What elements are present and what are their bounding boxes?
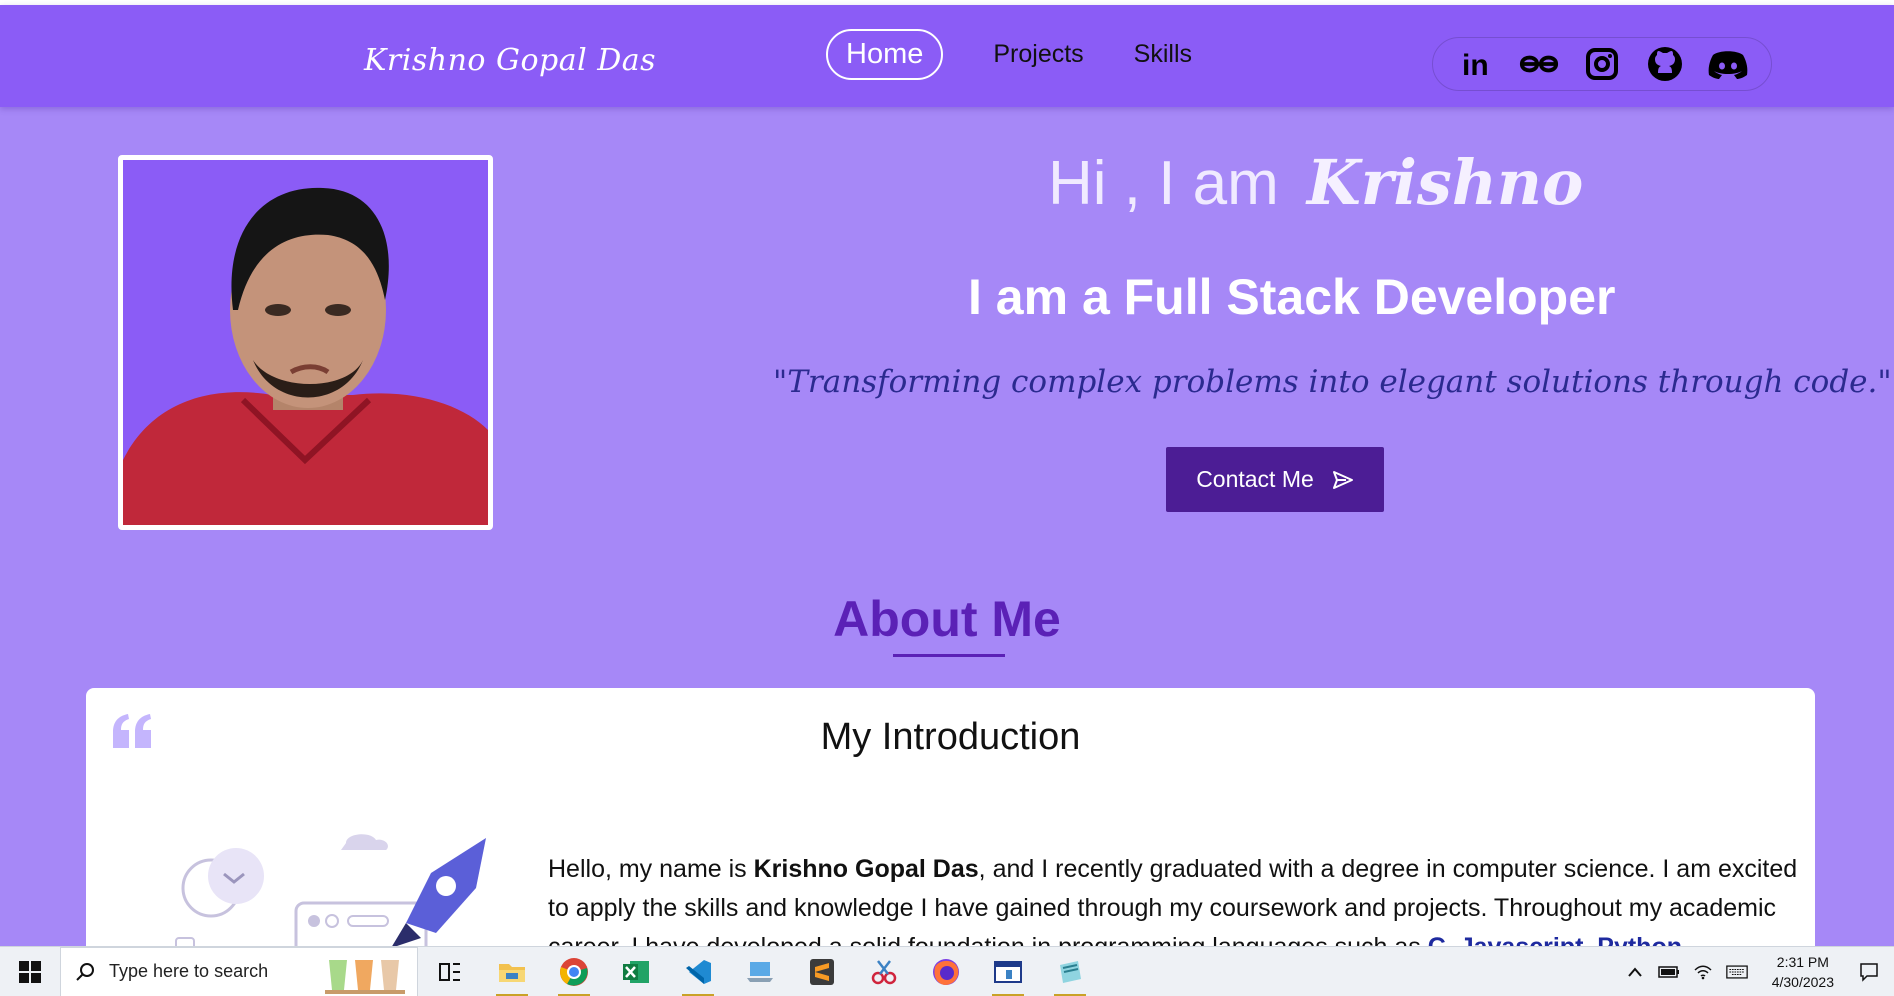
nav-links: Home Projects Skills (826, 29, 1192, 80)
notification-icon[interactable] (1858, 961, 1880, 983)
system-tray: 2:31 PM 4/30/2023 (1624, 947, 1894, 996)
file-explorer-icon[interactable] (490, 950, 534, 996)
intro-title: My Introduction (820, 716, 1081, 758)
search-placeholder: Type here to search (109, 961, 269, 981)
wifi-icon[interactable] (1692, 961, 1714, 983)
nav-home[interactable]: Home (826, 29, 944, 80)
svg-text:in: in (1462, 49, 1489, 81)
windows-logo-icon (19, 960, 41, 983)
discord-icon[interactable] (1707, 43, 1749, 85)
hero-quote: "Transforming complex problems into eleg… (773, 364, 1892, 400)
excel-icon[interactable] (614, 950, 658, 994)
send-icon (1332, 470, 1353, 489)
battery-icon[interactable] (1657, 961, 1680, 983)
notes-app-icon[interactable] (1048, 950, 1092, 996)
contact-me-button[interactable]: Contact Me (1166, 447, 1384, 512)
github-icon[interactable] (1644, 43, 1686, 85)
nav-projects[interactable]: Projects (993, 40, 1083, 69)
greeting-prefix: Hi , I am (1048, 149, 1279, 218)
about-underline (893, 654, 1005, 657)
clock-date: 4/30/2023 (1771, 974, 1834, 990)
laptop-app-icon[interactable] (738, 950, 782, 994)
bubble-tea-icon (325, 952, 405, 994)
contact-me-label: Contact Me (1196, 466, 1314, 492)
chrome-icon[interactable] (552, 950, 596, 996)
window-app-icon[interactable] (986, 950, 1030, 996)
chevron-up-icon[interactable] (1624, 961, 1646, 983)
taskbar-search-box[interactable]: Type here to search (60, 946, 418, 996)
linkedin-icon[interactable]: in (1455, 43, 1497, 85)
profile-photo-illustration (123, 160, 488, 525)
hero-role: I am a Full Stack Developer (968, 269, 1616, 325)
hero-greeting: Hi , I am Krishno (1048, 146, 1583, 219)
clock-time: 2:31 PM (1776, 954, 1829, 970)
taskbar-clock[interactable]: 2:31 PM 4/30/2023 (1772, 952, 1834, 992)
intro-name: Krishno Gopal Das (753, 855, 979, 883)
task-view-icon[interactable] (428, 950, 472, 994)
firefox-icon[interactable] (924, 950, 968, 994)
social-links: in (1432, 37, 1772, 91)
vscode-icon[interactable] (676, 950, 720, 996)
nav-skills[interactable]: Skills (1134, 40, 1192, 69)
snipping-tool-icon[interactable] (862, 950, 906, 994)
profile-photo (118, 155, 493, 530)
start-button[interactable] (0, 947, 60, 996)
brand-logo[interactable]: Krishno Gopal Das (364, 43, 656, 78)
windows-taskbar: Type here to search 2:31 PM 4/30/2023 (0, 946, 1894, 996)
instagram-icon[interactable] (1581, 43, 1623, 85)
greeting-name: Krishno (1306, 146, 1584, 219)
sublime-text-icon[interactable] (800, 950, 844, 994)
geeksforgeeks-icon[interactable] (1518, 43, 1560, 85)
about-heading: About Me (833, 591, 1061, 647)
intro-text-part1: Hello, my name is (548, 855, 754, 883)
taskbar-apps (428, 950, 1092, 996)
search-icon (76, 962, 94, 981)
keyboard-icon[interactable] (1725, 961, 1748, 983)
navbar: Krishno Gopal Das Home Projects Skills i… (0, 5, 1894, 107)
